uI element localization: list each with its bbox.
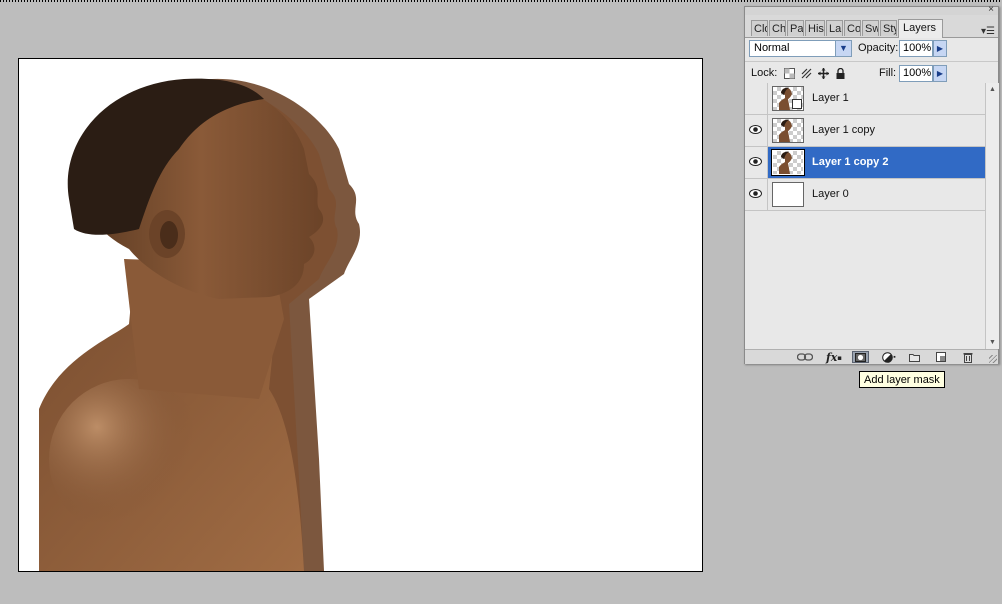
- layer-name[interactable]: Layer 0: [812, 188, 849, 200]
- tab-character[interactable]: Ch: [769, 20, 786, 36]
- tab-clone-source[interactable]: Clo: [751, 20, 768, 36]
- fill-slider-arrow-icon[interactable]: ▶: [933, 65, 947, 82]
- chevron-down-icon[interactable]: ▼: [835, 41, 851, 56]
- panel-resize-grip[interactable]: [989, 355, 997, 363]
- opacity-input[interactable]: 100%: [899, 40, 933, 57]
- portrait-thumbnail-icon: [779, 119, 792, 142]
- layer-name[interactable]: Layer 1: [812, 92, 849, 104]
- lock-all-icon[interactable]: [835, 68, 846, 79]
- layer-thumbnail: [771, 149, 805, 176]
- panel-menu-icon[interactable]: ▾☰: [981, 26, 995, 37]
- layers-list: Layer 1 Layer 1 copy Layer 1 copy 2 Laye…: [745, 83, 985, 347]
- opacity-slider-arrow-icon[interactable]: ▶: [933, 40, 947, 57]
- tab-layers[interactable]: Layers: [898, 19, 943, 38]
- trash-icon[interactable]: [961, 351, 975, 363]
- canvas-artwork-portrait: [39, 78, 361, 571]
- layer-name[interactable]: Layer 1 copy: [812, 124, 875, 136]
- blend-mode-value: Normal: [754, 42, 790, 54]
- layers-scrollbar[interactable]: ▲ ▼: [985, 83, 999, 349]
- lock-image-icon[interactable]: [801, 68, 812, 79]
- panel-tab-strip: Clo Ch Pa His La Co Sw Sty Layers ▾☰: [745, 15, 998, 38]
- tab-styles[interactable]: Sty: [880, 20, 897, 36]
- layer-name[interactable]: Layer 1 copy 2: [812, 156, 888, 168]
- layer-row-layer-1-copy-2[interactable]: Layer 1 copy 2: [745, 147, 985, 179]
- panel-titlebar[interactable]: ×: [745, 4, 998, 15]
- new-layer-icon[interactable]: [934, 351, 948, 363]
- blend-row: Normal ▼ Opacity: 100% ▶: [745, 38, 998, 60]
- layer-thumbnail: [772, 86, 804, 111]
- link-layers-icon[interactable]: [796, 351, 814, 363]
- smart-object-badge-icon: [792, 99, 802, 109]
- tab-color[interactable]: Co: [844, 20, 861, 36]
- eye-icon[interactable]: [749, 188, 762, 199]
- add-layer-mask-icon[interactable]: [852, 351, 869, 363]
- lock-position-icon[interactable]: [818, 68, 829, 79]
- tab-layer-comps[interactable]: La: [826, 20, 843, 36]
- scroll-down-icon[interactable]: ▼: [986, 336, 999, 349]
- visibility-toggle[interactable]: [745, 179, 768, 210]
- top-dotted-border: [0, 0, 1002, 2]
- layer-row-layer-0[interactable]: Layer 0: [745, 179, 985, 211]
- tooltip: Add layer mask: [859, 371, 945, 388]
- tab-paragraph[interactable]: Pa: [787, 20, 804, 36]
- document-canvas[interactable]: [18, 58, 703, 572]
- lock-transparent-icon[interactable]: [784, 68, 795, 79]
- fx-label: fx: [825, 350, 838, 364]
- tab-history[interactable]: His: [805, 20, 825, 36]
- blend-mode-select[interactable]: Normal ▼: [749, 40, 852, 57]
- fill-input[interactable]: 100%: [899, 65, 933, 82]
- tab-swatches[interactable]: Sw: [862, 20, 879, 36]
- lock-row: Lock: Fill: 100% ▶: [745, 61, 998, 85]
- layers-panel: × Clo Ch Pa His La Co Sw Sty Layers ▾☰ N…: [744, 4, 999, 364]
- portrait-thumbnail-icon: [779, 151, 792, 174]
- visibility-toggle[interactable]: [745, 147, 768, 178]
- layer-thumbnail: [772, 182, 804, 207]
- layer-thumbnail: [772, 118, 804, 143]
- lock-label: Lock:: [751, 67, 778, 79]
- adjustment-layer-icon[interactable]: ▪: [879, 351, 899, 363]
- visibility-toggle[interactable]: [745, 83, 768, 114]
- eye-icon[interactable]: [749, 156, 762, 167]
- scroll-up-icon[interactable]: ▲: [986, 83, 999, 96]
- fx-icon[interactable]: fx ▪: [824, 350, 844, 364]
- fill-label: Fill:: [879, 67, 897, 79]
- layer-row-layer-1-copy[interactable]: Layer 1 copy: [745, 115, 985, 147]
- opacity-label: Opacity:: [858, 42, 899, 54]
- panel-bottom-toolbar: fx ▪ ▪: [745, 349, 998, 364]
- visibility-toggle[interactable]: [745, 115, 768, 146]
- new-group-icon[interactable]: [907, 351, 921, 363]
- layer-row-layer-1[interactable]: Layer 1: [745, 83, 985, 115]
- eye-icon[interactable]: [749, 124, 762, 135]
